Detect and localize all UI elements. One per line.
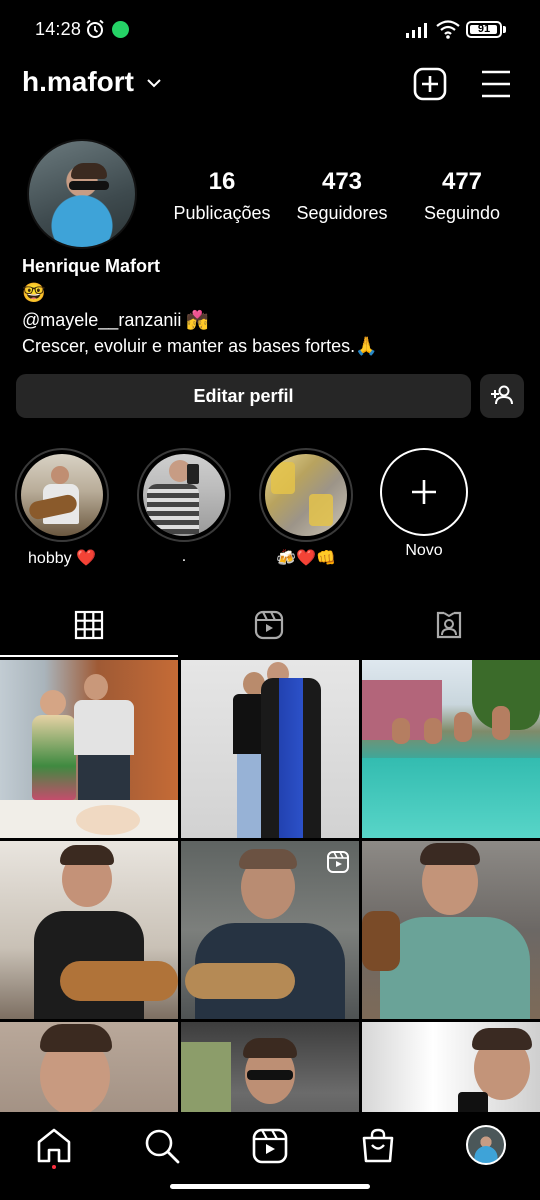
followers-count[interactable]: 473 Seguidores — [277, 168, 407, 226]
posts-grid — [0, 660, 540, 1114]
status-time: 14:28 — [35, 19, 82, 39]
reels-icon — [254, 610, 284, 640]
highlight-new[interactable]: Novo — [374, 448, 474, 560]
menu-icon[interactable] — [480, 68, 512, 100]
home-indicator[interactable] — [170, 1184, 370, 1189]
reels-badge-icon — [327, 851, 349, 873]
add-user-icon — [491, 385, 513, 405]
status-bar: 14:28 91 — [0, 0, 540, 58]
highlight-hobby[interactable]: hobby ❤️ — [12, 448, 112, 568]
highlight-label: 🍻❤️👊 — [276, 550, 336, 567]
reels-icon[interactable] — [250, 1126, 290, 1166]
post-thumbnail[interactable] — [362, 841, 540, 1019]
highlight-label: Novo — [405, 542, 443, 559]
highlight-image — [21, 454, 103, 536]
discover-people-button[interactable] — [480, 374, 524, 418]
highlight-image — [143, 454, 225, 536]
whatsapp-icon — [112, 21, 129, 38]
following-count[interactable]: 477 Seguindo — [397, 168, 527, 226]
highlight-image — [265, 454, 347, 536]
posts-count[interactable]: 16 Publicações — [157, 168, 287, 226]
battery-level: 91 — [477, 23, 491, 35]
chevron-down-icon[interactable] — [146, 76, 162, 90]
signal-icon — [406, 23, 427, 38]
wifi-icon — [436, 20, 460, 39]
username-switcher[interactable]: h.mafort — [22, 66, 134, 98]
profile-avatar[interactable] — [27, 139, 137, 249]
post-thumbnail[interactable] — [0, 1022, 178, 1114]
home-notification-dot — [52, 1165, 56, 1169]
tagged-icon — [436, 611, 462, 639]
profile-tab-avatar[interactable] — [466, 1125, 506, 1165]
battery-icon: 91 — [466, 21, 502, 38]
plus-icon — [412, 480, 436, 504]
highlight-label: . — [181, 548, 187, 565]
tab-posts-grid[interactable] — [0, 598, 180, 658]
search-icon[interactable] — [142, 1126, 182, 1166]
profile-name: Henrique Mafort — [22, 256, 161, 276]
grid-icon — [74, 610, 104, 640]
tab-tagged[interactable] — [360, 598, 540, 658]
post-thumbnail[interactable] — [181, 841, 359, 1019]
active-tab-indicator — [0, 655, 178, 657]
bio-mention-link[interactable]: @mayele__ranzanii 💏 — [22, 310, 209, 331]
post-thumbnail[interactable] — [362, 660, 540, 838]
bio-emoji: 🤓 — [22, 283, 46, 304]
alarm-icon — [86, 19, 104, 38]
post-thumbnail[interactable] — [0, 660, 178, 838]
home-icon[interactable] — [34, 1126, 74, 1166]
create-post-icon[interactable] — [413, 67, 447, 101]
highlight-label: hobby ❤️ — [28, 550, 96, 567]
post-thumbnail[interactable] — [181, 660, 359, 838]
edit-profile-button[interactable]: Editar perfil — [16, 374, 471, 418]
post-thumbnail[interactable] — [181, 1022, 359, 1114]
highlight-beers[interactable]: 🍻❤️👊 — [256, 448, 356, 568]
tab-reels[interactable] — [180, 598, 360, 658]
post-thumbnail[interactable] — [362, 1022, 540, 1114]
profile-tabs — [0, 598, 540, 658]
bio-text: Crescer, evoluir e manter as bases forte… — [22, 336, 378, 356]
shop-icon[interactable] — [358, 1126, 398, 1166]
highlight-dot[interactable]: . — [134, 448, 234, 566]
post-thumbnail[interactable] — [0, 841, 178, 1019]
